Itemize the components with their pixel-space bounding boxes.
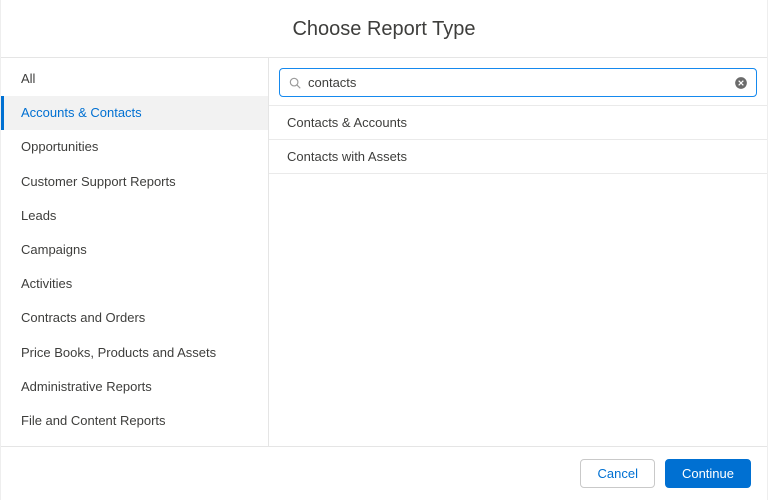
sidebar-item[interactable]: Administrative Reports xyxy=(1,370,268,404)
sidebar-item[interactable]: Leads xyxy=(1,199,268,233)
sidebar-item[interactable]: Price Books, Products and Assets xyxy=(1,336,268,370)
search-container xyxy=(269,58,767,105)
modal-title: Choose Report Type xyxy=(1,0,767,58)
result-row[interactable]: Contacts & Accounts xyxy=(269,106,767,140)
cancel-button[interactable]: Cancel xyxy=(580,459,654,488)
result-row[interactable]: Contacts with Assets xyxy=(269,140,767,174)
sidebar-item[interactable]: Opportunities xyxy=(1,130,268,164)
sidebar-item[interactable]: Activities xyxy=(1,267,268,301)
modal-footer: Cancel Continue xyxy=(1,447,767,500)
category-sidebar: AllAccounts & ContactsOpportunitiesCusto… xyxy=(1,58,269,446)
search-icon xyxy=(288,76,302,90)
sidebar-item[interactable]: Campaigns xyxy=(1,233,268,267)
sidebar-item[interactable]: File and Content Reports xyxy=(1,404,268,438)
sidebar-item[interactable]: Contracts and Orders xyxy=(1,301,268,335)
clear-search-button[interactable] xyxy=(734,76,748,90)
main-panel: Contacts & AccountsContacts with Assets xyxy=(269,58,767,446)
modal-body: AllAccounts & ContactsOpportunitiesCusto… xyxy=(1,58,767,447)
search-input[interactable] xyxy=(302,73,734,92)
close-icon xyxy=(734,76,748,90)
sidebar-item[interactable]: Accounts & Contacts xyxy=(1,96,268,130)
sidebar-item[interactable]: All xyxy=(1,62,268,96)
search-box[interactable] xyxy=(279,68,757,97)
choose-report-type-modal: Choose Report Type AllAccounts & Contact… xyxy=(0,0,768,500)
sidebar-item[interactable]: Customer Support Reports xyxy=(1,165,268,199)
results-list: Contacts & AccountsContacts with Assets xyxy=(269,105,767,446)
continue-button[interactable]: Continue xyxy=(665,459,751,488)
